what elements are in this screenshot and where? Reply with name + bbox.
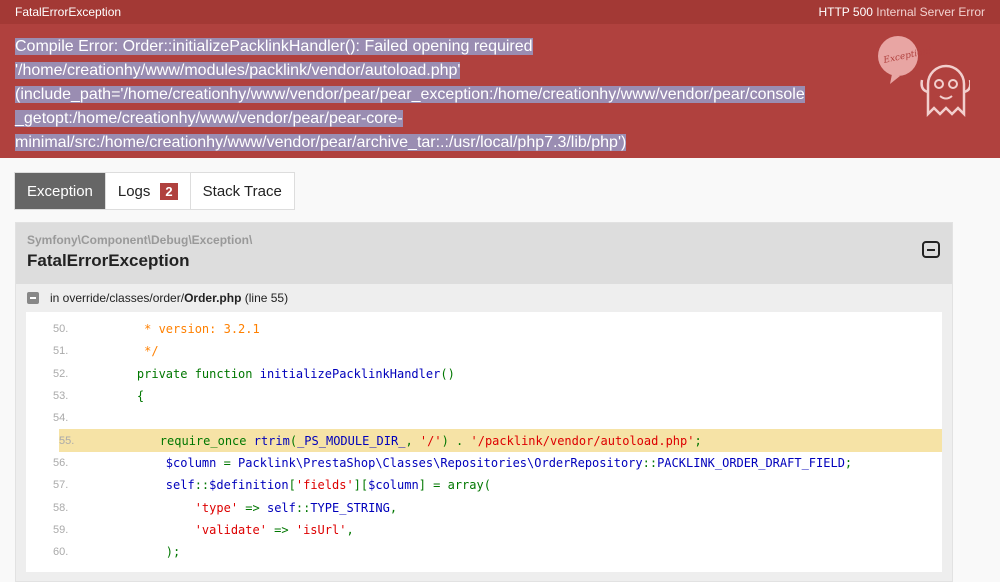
code-snippet: 50. * version: 3.2.1 51. */52. private fu… [26,312,942,572]
exception-message-panel: Compile Error: Order::initializePacklink… [0,24,1000,158]
file-path: in override/classes/order/ [50,291,185,305]
code-token: , [389,500,398,515]
line-number: 54. [53,412,69,425]
code-token: 'type' [108,500,246,515]
exception-ghost-logo: Exception! [878,36,970,118]
code-token: private function [108,366,260,381]
line-number: 59. [53,523,69,536]
logs-count-badge: 2 [160,182,178,200]
file-name: Order.php [184,291,242,305]
message-line: '/home/creationhy/www/modules/packlink/v… [15,62,461,79]
exception-header: Symfony\Component\Debug\Exception\ Fatal… [16,223,952,284]
code-token: self [108,478,195,493]
code-token: { [108,389,145,404]
code-token: TYPE_STRING [310,500,390,515]
line-number: 60. [53,546,69,559]
code-token: '/packlink/vendor/autoload.php' [470,433,695,448]
tab-label: Logs [117,182,151,200]
code-token: = [223,455,239,470]
top-bar: FatalErrorException HTTP 500 Internal Se… [0,0,1000,24]
message-line: (include_path='/home/creationhy/www/vend… [15,86,805,103]
code-token: PACKLINK_ORDER_DRAFT_FIELD [657,455,845,470]
line-number: 58. [53,501,69,514]
code-line: 58. 'type' => self:: TYPE_STRING, [26,496,942,518]
code-line: 56. $column = Packlink\PrestaShop\Classe… [26,452,942,474]
code-token: self [266,500,296,515]
message-line: Compile Error: Order::initializePacklink… [15,38,533,55]
code-token: _PS_MODULE_DIR_ [297,433,406,448]
code-line: 54. [26,407,942,429]
line-number: 55. [59,434,75,447]
code-token: ) . [441,433,471,448]
code-token: '/' [419,433,442,448]
status-code: HTTP 500 [818,5,873,19]
message-line: minimal/src:/home/creationhy/www/vendor/… [15,134,627,151]
message-line: _getopt:/home/creationhy/www/vendor/pear… [15,110,403,127]
code-token: [ [288,478,296,493]
code-line-highlighted: 55. require_once rtrim(_PS_MODULE_DIR_, … [59,429,942,452]
code-token: Packlink\PrestaShop\Classes\Repositories… [238,455,643,470]
line-number: 56. [53,456,69,469]
line-number: 52. [53,367,69,380]
tab-exception[interactable]: Exception [15,173,106,209]
code-line: 59. 'validate' => 'isUrl', [26,519,942,541]
status-text: Internal Server Error [876,5,985,19]
tab-label: Exception [27,182,93,200]
code-token: :: [295,500,311,515]
http-status: HTTP 500 Internal Server Error [818,5,985,19]
line-number: 50. [53,323,69,336]
code-token: require_once [102,433,254,448]
exception-message: Compile Error: Order::initializePacklink… [15,35,845,155]
code-line: 57. self:: $definition['fields'][$column]… [26,474,942,496]
collapse-toggle-icon[interactable] [922,241,940,258]
code-token: => [274,522,296,537]
code-token: ; [844,455,853,470]
code-token: $definition [209,478,289,493]
code-token: $column [368,478,419,493]
code-token: ; [694,433,702,448]
line-number: 51. [53,345,69,358]
code-token: :: [642,455,658,470]
code-token: ( [289,433,298,448]
code-token: ][ [353,478,369,493]
code-token: 'fields' [295,478,354,493]
code-token: , [346,522,354,537]
file-location: in override/classes/order/Order.php (lin… [16,284,952,312]
code-line: 60. ); [26,541,942,563]
code-token: 'isUrl' [295,522,347,537]
code-token: :: [194,478,210,493]
code-token: */ [108,344,159,359]
code-token: $column [108,455,224,470]
code-line: 52. private function initializePacklinkH… [26,363,942,385]
tab-logs[interactable]: Logs 2 [106,173,191,209]
code-token: 'validate' [108,522,275,537]
exception-name: FatalErrorException [15,5,122,19]
tab-bar: Exception Logs 2 Stack Trace [14,172,295,210]
line-number: 57. [53,479,69,492]
file-line: (line 55) [244,291,289,305]
code-token: ); [108,545,181,560]
tab-stack-trace[interactable]: Stack Trace [191,173,294,209]
line-number: 53. [53,390,69,403]
tab-label: Stack Trace [202,182,282,200]
code-line: 50. * version: 3.2.1 [26,318,942,340]
exception-class: FatalErrorException [27,251,190,270]
code-token: => [245,500,267,515]
code-token: () [440,366,455,381]
code-token: ] = array( [418,478,491,493]
code-token: , [405,433,420,448]
code-token: rtrim [253,433,290,448]
code-line: 53. { [26,385,942,407]
exception-namespace: Symfony\Component\Debug\Exception\ [27,233,253,247]
collapse-code-icon[interactable] [27,292,39,304]
code-token: * version: 3.2.1 [108,322,260,337]
code-line: 51. */ [26,340,942,362]
exception-block: Symfony\Component\Debug\Exception\ Fatal… [15,222,953,582]
code-token: initializePacklinkHandler [259,366,441,381]
